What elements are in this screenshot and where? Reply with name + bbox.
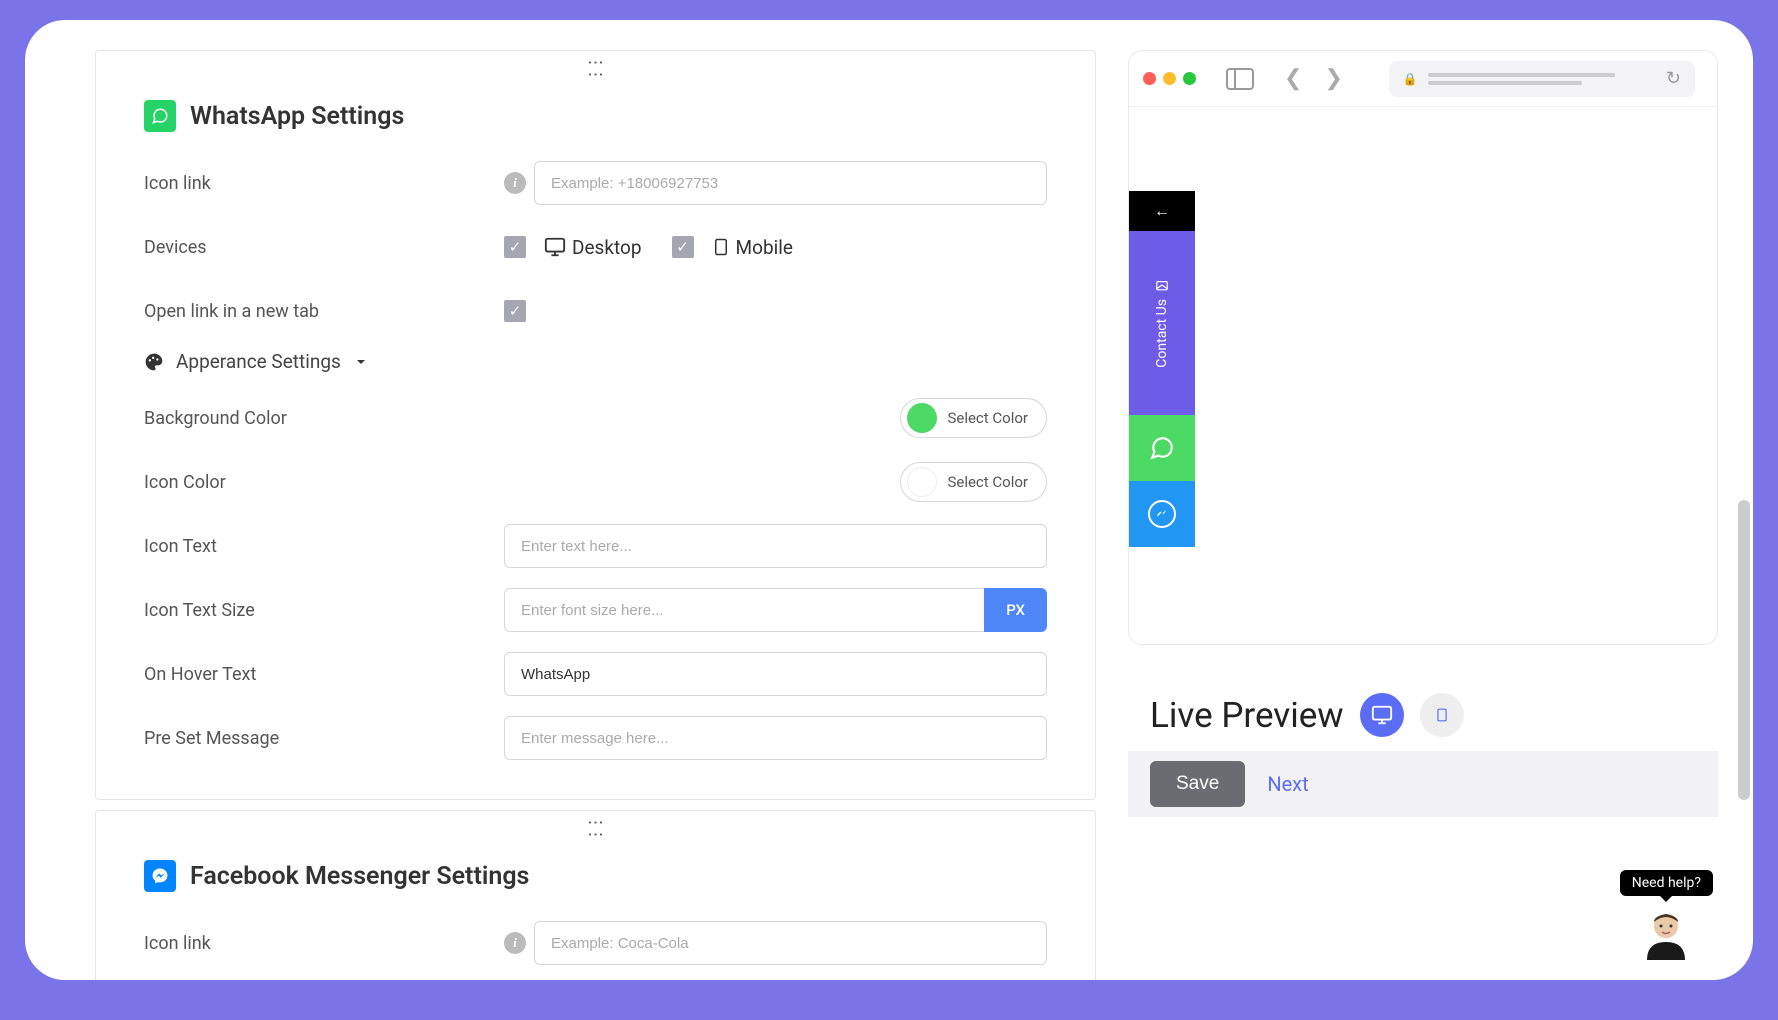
contact-us-text: Contact Us [1154, 299, 1170, 368]
live-preview-title: Live Preview [1150, 695, 1344, 736]
preset-msg-input[interactable] [504, 716, 1047, 760]
panel-title: WhatsApp Settings [190, 102, 404, 131]
info-icon[interactable]: i [504, 172, 526, 194]
mobile-preview-button[interactable] [1420, 693, 1464, 737]
messenger-icon [1148, 500, 1176, 528]
whatsapp-icon [1149, 435, 1175, 461]
sidebar-icon[interactable] [1226, 68, 1254, 90]
icon-link-input[interactable] [534, 161, 1047, 205]
side-tabs: ← Contact Us [1129, 191, 1195, 547]
whatsapp-panel: WhatsApp Settings Icon link i Devices ✓ … [95, 50, 1096, 800]
whatsapp-icon [144, 100, 176, 132]
drag-handle[interactable] [96, 811, 1095, 842]
address-bar[interactable]: 🔒 ↻ [1389, 61, 1695, 97]
messenger-panel: Facebook Messenger Settings Icon link i … [95, 810, 1096, 980]
icon-text-label: Icon Text [144, 536, 504, 557]
hover-text-input[interactable] [504, 652, 1047, 696]
desktop-icon [544, 236, 566, 258]
px-unit: PX [984, 588, 1047, 632]
chevron-down-icon [353, 354, 369, 370]
icon-color-label: Icon Color [144, 472, 504, 493]
new-tab-label: Open link in a new tab [144, 301, 504, 322]
preview-column: ❮ ❯ 🔒 ↻ ← Contact Us [1128, 50, 1753, 980]
bg-color-picker[interactable]: Select Color [900, 398, 1047, 438]
select-color-text: Select Color [947, 409, 1028, 427]
icon-color-picker[interactable]: Select Color [900, 462, 1047, 502]
scrollbar[interactable] [1738, 500, 1750, 800]
messenger-tab[interactable] [1129, 481, 1195, 547]
icon-text-size-label: Icon Text Size [144, 600, 504, 621]
settings-column: WhatsApp Settings Icon link i Devices ✓ … [25, 50, 1098, 980]
appearance-toggle[interactable]: Apperance Settings [144, 350, 1047, 373]
mobile-icon [712, 236, 730, 258]
drag-icon [584, 817, 608, 836]
lock-icon: 🔒 [1403, 72, 1418, 86]
live-preview-panel: Live Preview Save Next [1128, 675, 1718, 835]
info-icon[interactable]: i [504, 932, 526, 954]
back-arrow-icon: ← [1154, 201, 1170, 221]
window-minimize-icon [1163, 72, 1176, 85]
appearance-label: Apperance Settings [176, 350, 341, 373]
forward-button[interactable]: ❯ [1318, 66, 1348, 91]
envelope-icon [1155, 279, 1169, 293]
desktop-checkbox[interactable]: ✓ [504, 236, 526, 258]
new-tab-checkbox[interactable]: ✓ [504, 300, 526, 322]
devices-label: Devices [144, 237, 504, 258]
icon-color-swatch [907, 467, 937, 497]
bg-color-label: Background Color [144, 408, 504, 429]
contact-us-tab[interactable]: Contact Us [1129, 231, 1195, 415]
help-widget[interactable]: Need help? [1620, 870, 1713, 960]
next-link[interactable]: Next [1267, 772, 1308, 796]
back-button[interactable]: ❮ [1278, 66, 1308, 91]
hover-text-label: On Hover Text [144, 664, 504, 685]
messenger-icon [144, 860, 176, 892]
help-bubble: Need help? [1620, 870, 1713, 896]
whatsapp-tab[interactable] [1129, 415, 1195, 481]
select-color-text: Select Color [947, 473, 1028, 491]
mobile-text: Mobile [736, 236, 793, 259]
drag-icon [584, 57, 608, 76]
drag-handle[interactable] [96, 51, 1095, 82]
icon-link-label: Icon link [144, 933, 504, 954]
save-button[interactable]: Save [1150, 761, 1245, 807]
window-close-icon [1143, 72, 1156, 85]
desktop-text: Desktop [572, 236, 642, 259]
mobile-checkbox[interactable]: ✓ [672, 236, 694, 258]
icon-text-input[interactable] [504, 524, 1047, 568]
browser-preview: ❮ ❯ 🔒 ↻ ← Contact Us [1128, 50, 1718, 645]
collapse-tab[interactable]: ← [1129, 191, 1195, 231]
window-maximize-icon [1183, 72, 1196, 85]
icon-link-input[interactable] [534, 921, 1047, 965]
panel-title: Facebook Messenger Settings [190, 862, 529, 891]
desktop-preview-button[interactable] [1360, 693, 1404, 737]
preset-msg-label: Pre Set Message [144, 728, 504, 749]
icon-link-label: Icon link [144, 173, 504, 194]
support-avatar [1639, 906, 1693, 960]
palette-icon [144, 352, 164, 372]
reload-icon[interactable]: ↻ [1666, 68, 1681, 89]
bg-color-swatch [907, 403, 937, 433]
icon-text-size-input[interactable] [504, 588, 984, 632]
